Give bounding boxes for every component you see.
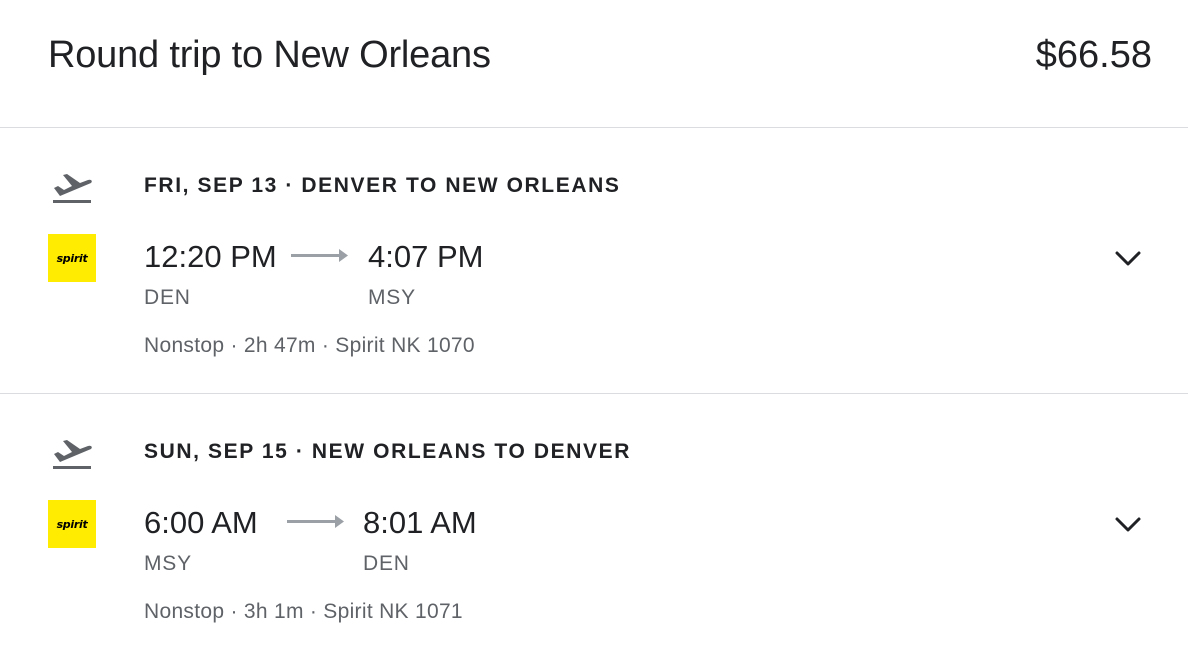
- chevron-down-icon[interactable]: [1112, 510, 1144, 538]
- arrow-right-icon: [291, 249, 348, 262]
- flight-summary-page: Round trip to New Orleans $66.58 Fri, Se…: [0, 0, 1188, 656]
- arrival-time: 8:01 AM: [363, 505, 477, 540]
- leg-heading: Fri, Sep 13 · Denver to New Orleans: [144, 174, 621, 197]
- departure-time: 6:00 AM: [144, 505, 258, 540]
- outbound-leg: Fri, Sep 13 · Denver to New Orleans spir…: [0, 128, 1188, 394]
- trip-price: $66.58: [1035, 34, 1152, 76]
- arrival-airport: MSY: [368, 286, 416, 309]
- chevron-down-icon[interactable]: [1112, 244, 1144, 272]
- arrival-time: 4:07 PM: [368, 239, 484, 274]
- spirit-airline-logo: spirit: [48, 234, 96, 282]
- flight-details: Nonstop · 3h 1m · Spirit NK 1071: [144, 600, 463, 623]
- trip-header: Round trip to New Orleans $66.58: [0, 0, 1188, 128]
- flight-details: Nonstop · 2h 47m · Spirit NK 1070: [144, 334, 475, 357]
- arrival-airport: DEN: [363, 552, 410, 575]
- return-leg: Sun, Sep 15 · New Orleans to Denver spir…: [0, 394, 1188, 656]
- spirit-airline-logo: spirit: [48, 500, 96, 548]
- arrow-right-icon: [287, 515, 344, 528]
- trip-title: Round trip to New Orleans: [48, 34, 491, 76]
- flight-takeoff-icon: [53, 440, 92, 469]
- leg-heading: Sun, Sep 15 · New Orleans to Denver: [144, 440, 631, 463]
- departure-airport: DEN: [144, 286, 191, 309]
- departure-time: 12:20 PM: [144, 239, 277, 274]
- flight-takeoff-icon: [53, 174, 92, 203]
- departure-airport: MSY: [144, 552, 192, 575]
